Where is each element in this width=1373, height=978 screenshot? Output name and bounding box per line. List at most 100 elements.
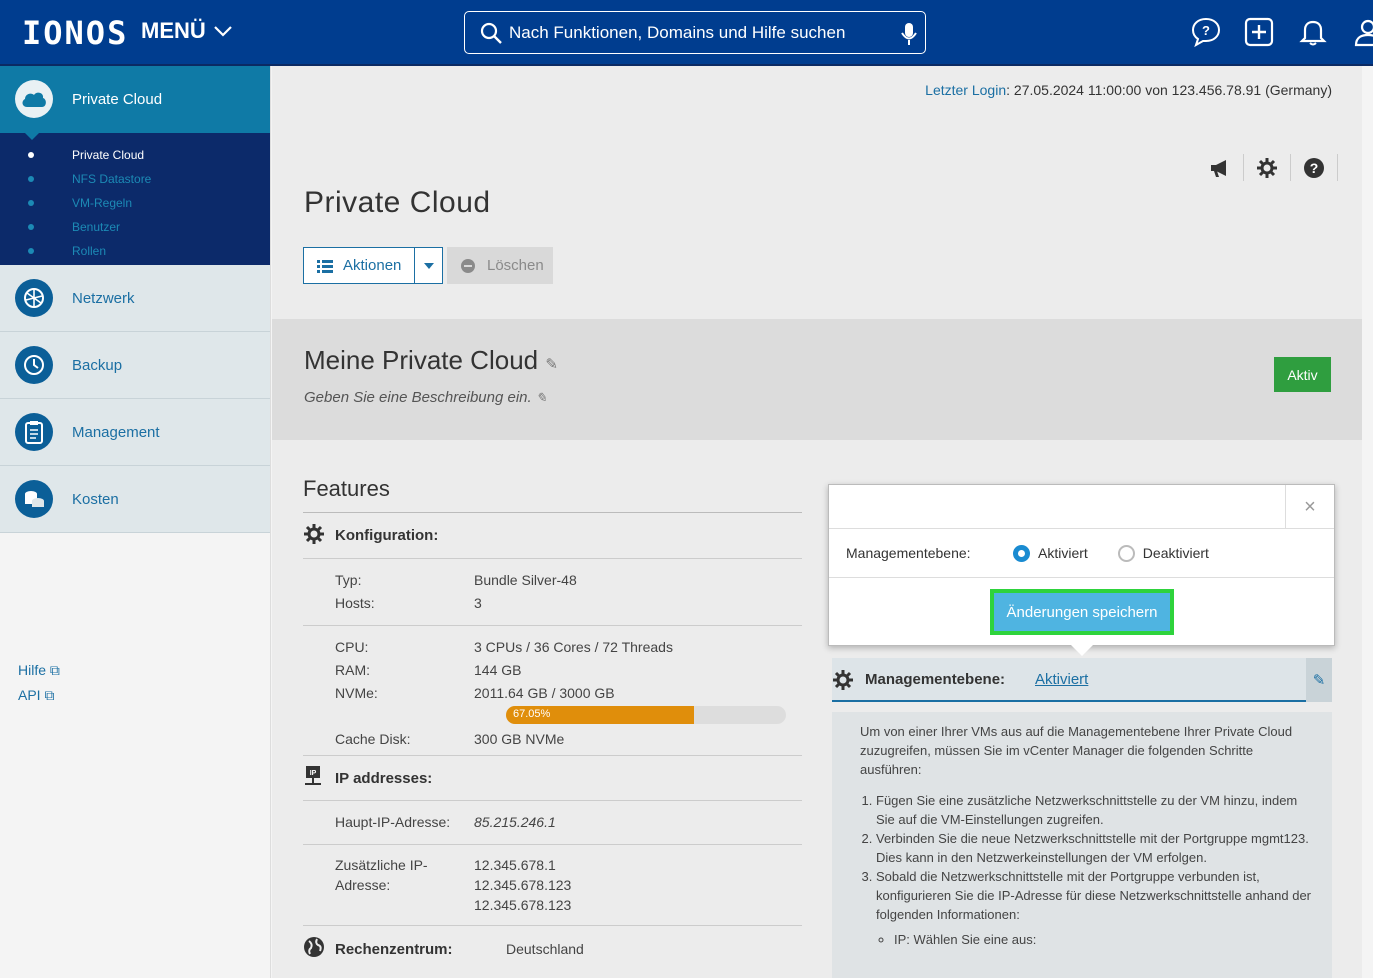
- add-icon[interactable]: [1243, 16, 1275, 48]
- management-popover: × Managementebene: Aktiviert Deaktiviert…: [828, 484, 1335, 656]
- datacenter-label: Rechenzentrum:: [335, 940, 453, 958]
- ip-section-header: IP IP addresses:: [303, 755, 802, 801]
- subnav-item-rollen[interactable]: Rollen: [0, 239, 270, 263]
- svg-text:?: ?: [1202, 23, 1210, 38]
- config-label: Konfiguration:: [335, 527, 439, 544]
- sidebar-item-private-cloud[interactable]: Private Cloud: [0, 66, 270, 133]
- extra-ip-label-line-2: Adresse:: [335, 877, 391, 893]
- instructions-steps: Fügen Sie eine zusätzliche Netzwerkschni…: [860, 791, 1312, 924]
- sidebar-item-management[interactable]: Management: [0, 399, 270, 466]
- help-links: Hilfe ⧉ API ⧉: [18, 662, 60, 712]
- top-navigation-bar: IONOS MENÜ Nach Funktionen, Domains und …: [0, 0, 1373, 66]
- main-ip-value: 85.215.246.1: [474, 814, 556, 830]
- backup-clock-icon: [15, 346, 53, 384]
- last-login-value: : 27.05.2024 11:00:00 von 123.456.78.91 …: [1006, 82, 1332, 98]
- user-icon[interactable]: [1352, 16, 1373, 48]
- sidebar-item-backup[interactable]: Backup: [0, 332, 270, 399]
- sidebar-item-kosten[interactable]: Kosten: [0, 466, 270, 533]
- announcement-icon[interactable]: [1197, 154, 1244, 181]
- ram-value: 144 GB: [474, 662, 522, 678]
- instruction-substep: IP: Wählen Sie eine aus:: [894, 930, 1312, 949]
- popover-radio-row: Managementebene: Aktiviert Deaktiviert: [829, 529, 1334, 578]
- cloud-name[interactable]: Meine Private Cloud ✎: [304, 345, 558, 376]
- edit-management-button[interactable]: ✎: [1306, 658, 1332, 702]
- subnav-label: Rollen: [72, 244, 107, 258]
- subnav-label: Benutzer: [72, 220, 121, 234]
- clipboard-icon: [15, 413, 53, 451]
- coins-icon: [15, 480, 53, 518]
- help-link[interactable]: Hilfe ⧉: [18, 662, 60, 687]
- help-question-icon[interactable]: ?: [1291, 154, 1338, 181]
- extra-ip-value: 12.345.678.123: [474, 897, 572, 913]
- sidebar-item-label: Kosten: [72, 490, 119, 508]
- radio-unchecked-icon: [1117, 544, 1135, 562]
- type-label: Typ:: [335, 572, 362, 588]
- close-icon[interactable]: ×: [1285, 485, 1334, 529]
- external-link-icon: ⧉: [49, 662, 60, 678]
- last-login: Letzter Login: 27.05.2024 11:00:00 von 1…: [925, 82, 1332, 98]
- menu-button[interactable]: MENÜ: [141, 18, 232, 44]
- subnav-item-private-cloud[interactable]: Private Cloud: [0, 143, 270, 167]
- actions-button[interactable]: Aktionen: [303, 247, 415, 284]
- instructions-intro: Um von einer Ihrer VMs aus auf die Manag…: [860, 724, 1293, 777]
- management-layer-row: Managementebene: Aktiviert ✎: [832, 658, 1332, 702]
- cpu-label: CPU:: [335, 639, 369, 655]
- instruction-substeps: IP: Wählen Sie eine aus:: [876, 930, 1312, 949]
- features-title: Features: [303, 476, 802, 513]
- pencil-icon[interactable]: ✎: [545, 356, 558, 373]
- sidebar-item-netzwerk[interactable]: Netzwerk: [0, 265, 270, 332]
- extra-ip-label: Zusätzliche IP- Adresse:: [303, 855, 474, 915]
- extra-ip-group: Zusätzliche IP- Adresse: 12.345.678.1 12.3…: [303, 845, 802, 926]
- ram-label: RAM:: [335, 662, 370, 678]
- subnav-item-benutzer[interactable]: Benutzer: [0, 215, 270, 239]
- cloud-description[interactable]: Geben Sie eine Beschreibung ein. ✎: [304, 389, 547, 406]
- hosts-label: Hosts:: [335, 595, 375, 611]
- bullet: [28, 176, 34, 182]
- network-icon: [15, 279, 53, 317]
- last-login-link[interactable]: Letzter Login: [925, 82, 1006, 98]
- actions-label: Aktionen: [343, 257, 402, 274]
- api-link[interactable]: API ⧉: [18, 687, 60, 712]
- extra-ip-label-line-1: Zusätzliche IP-: [335, 857, 428, 873]
- cloud-name-text: Meine Private Cloud: [304, 345, 539, 375]
- pencil-icon: ✎: [1312, 672, 1326, 689]
- settings-gear-icon[interactable]: [1244, 154, 1291, 181]
- cache-value: 300 GB NVMe: [474, 731, 565, 747]
- main-ip-label: Haupt-IP-Adresse:: [335, 814, 451, 830]
- radio-aktiviert[interactable]: Aktiviert: [1013, 544, 1088, 562]
- type-row: Typ: Bundle Silver-48: [303, 569, 802, 592]
- help-chat-icon[interactable]: ?: [1190, 16, 1222, 48]
- external-link-icon: ⧉: [44, 687, 55, 703]
- bullet: [28, 248, 34, 254]
- extra-ip-value: 12.345.678.1: [474, 857, 556, 873]
- ip-label: IP addresses:: [335, 769, 433, 787]
- radio-label: Aktiviert: [1038, 545, 1088, 561]
- sidebar-subnav: Private Cloud NFS Datastore VM-Regeln Be…: [0, 133, 270, 265]
- instruction-step: Sobald die Netzwerkschnittstelle mit der…: [876, 867, 1312, 924]
- pencil-icon[interactable]: ✎: [536, 390, 547, 405]
- config-section-header: Konfiguration:: [303, 513, 802, 559]
- management-status-link[interactable]: Aktiviert: [1035, 671, 1088, 688]
- minus-circle-icon: [461, 258, 475, 273]
- radio-label: Deaktiviert: [1142, 545, 1209, 561]
- radio-deaktiviert[interactable]: Deaktiviert: [1117, 544, 1209, 562]
- microphone-icon[interactable]: [901, 22, 917, 46]
- instruction-step: Verbinden Sie die neue Netzwerkschnittst…: [876, 829, 1312, 867]
- delete-label: Löschen: [487, 257, 544, 274]
- save-changes-button[interactable]: Änderungen speichern: [994, 593, 1170, 631]
- subnav-label: VM-Regeln: [72, 196, 133, 210]
- delete-button[interactable]: Löschen: [447, 247, 553, 284]
- help-label: Hilfe: [18, 662, 47, 678]
- gear-icon: [303, 523, 335, 549]
- popover-label: Managementebene:: [846, 545, 971, 561]
- hosts-value: 3: [474, 595, 482, 611]
- features-panel: Features Konfiguration: Typ: Bundle Silve…: [303, 476, 802, 972]
- ionos-logo[interactable]: IONOS: [22, 14, 128, 52]
- subnav-item-vm-regeln[interactable]: VM-Regeln: [0, 191, 270, 215]
- notification-bell-icon[interactable]: [1297, 16, 1329, 48]
- page-title: Private Cloud: [304, 186, 491, 219]
- actions-dropdown-toggle[interactable]: [414, 247, 443, 284]
- subnav-label: NFS Datastore: [72, 172, 152, 186]
- subnav-item-nfs-datastore[interactable]: NFS Datastore: [0, 167, 270, 191]
- search-bar[interactable]: Nach Funktionen, Domains und Hilfe suche…: [464, 11, 926, 54]
